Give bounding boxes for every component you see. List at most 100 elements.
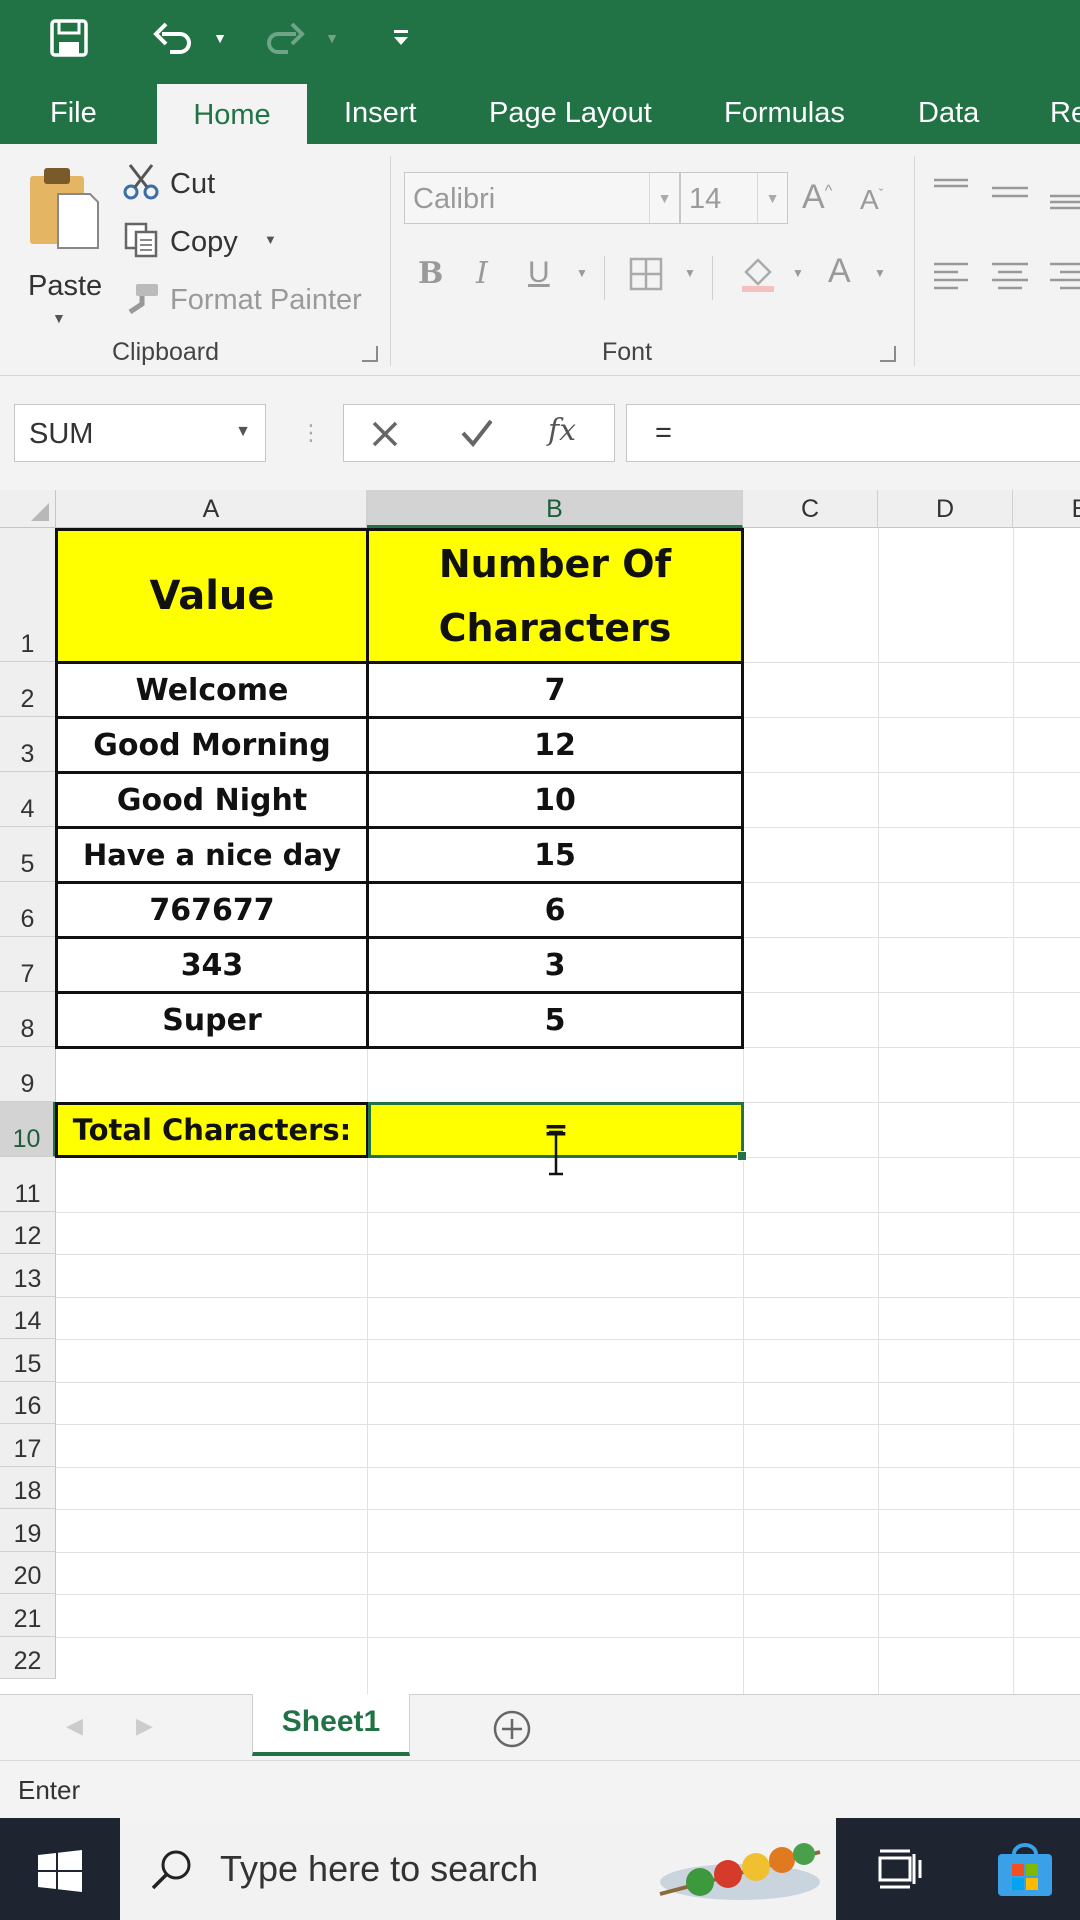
tab-formulas[interactable]: Formulas	[724, 82, 845, 144]
tab-review[interactable]: Re	[1050, 82, 1080, 144]
worksheet-grid[interactable]: A B C D E 1 2 3 4 5 6 7 8 9 10 11 12 13 …	[0, 490, 1080, 1694]
clipboard-group-label: Clipboard	[112, 338, 220, 366]
row-header[interactable]: 19	[0, 1509, 56, 1552]
undo-icon[interactable]	[150, 14, 196, 62]
paste-button[interactable]: Paste ▼	[26, 164, 106, 386]
row-header[interactable]: 3	[0, 717, 56, 772]
row-header[interactable]: 11	[0, 1157, 56, 1212]
row-header[interactable]: 22	[0, 1637, 56, 1679]
enter-icon[interactable]	[460, 417, 494, 449]
row-header[interactable]: 2	[0, 662, 56, 717]
gridline	[56, 1297, 1080, 1298]
row-header[interactable]: 1	[0, 528, 56, 662]
scroll-right-icon[interactable]: ▶	[136, 1713, 153, 1739]
font-color-icon[interactable]: A	[828, 252, 851, 291]
underline-icon[interactable]: U	[528, 256, 550, 290]
save-icon[interactable]	[44, 14, 94, 62]
cell-a5[interactable]: Have a nice day	[55, 826, 369, 884]
cell-a6[interactable]: 767677	[55, 881, 369, 939]
row-header[interactable]: 9	[0, 1047, 56, 1102]
tab-file[interactable]: File	[50, 82, 97, 144]
cut-button[interactable]: Cut	[122, 158, 232, 208]
store-icon[interactable]	[994, 1842, 1056, 1898]
borders-icon[interactable]	[628, 256, 664, 292]
column-header-c[interactable]: C	[743, 490, 878, 528]
row-header[interactable]: 15	[0, 1339, 56, 1382]
cancel-icon[interactable]	[370, 419, 400, 449]
cell-a8[interactable]: Super	[55, 991, 369, 1049]
font-color-dropdown-icon[interactable]: ▼	[874, 266, 886, 280]
cell-b8[interactable]: 5	[366, 991, 744, 1049]
borders-dropdown-icon[interactable]: ▼	[684, 266, 696, 280]
undo-dropdown-icon[interactable]: ▼	[208, 14, 232, 62]
sheet-tab-sheet1[interactable]: Sheet1	[252, 1694, 410, 1756]
cell-a10[interactable]: Total Characters:	[55, 1102, 369, 1158]
gridline	[1013, 528, 1014, 1694]
row-header[interactable]: 13	[0, 1254, 56, 1297]
bold-icon[interactable]: B	[418, 256, 443, 291]
fill-color-icon[interactable]	[738, 254, 778, 294]
formula-input[interactable]: =	[626, 404, 1080, 462]
copy-button[interactable]: Copy ▼	[122, 216, 292, 266]
windows-start-icon[interactable]	[38, 1850, 82, 1892]
row-header[interactable]: 12	[0, 1212, 56, 1254]
tab-data[interactable]: Data	[918, 82, 979, 144]
fill-handle[interactable]	[737, 1151, 747, 1161]
cell-b4[interactable]: 10	[366, 771, 744, 829]
row-header[interactable]: 18	[0, 1467, 56, 1509]
customize-qat-icon[interactable]	[386, 14, 416, 62]
paste-dropdown-icon[interactable]: ▼	[52, 310, 66, 326]
vertical-align-icons[interactable]	[930, 174, 1080, 214]
row-header[interactable]: 21	[0, 1594, 56, 1637]
cell-a1[interactable]: Value	[55, 528, 369, 664]
row-header[interactable]: 6	[0, 882, 56, 937]
column-header-d[interactable]: D	[878, 490, 1013, 528]
paste-icon	[30, 168, 99, 249]
format-painter-button[interactable]: Format Painter	[122, 274, 372, 324]
task-view-icon[interactable]	[878, 1848, 922, 1890]
tab-home[interactable]: Home	[157, 84, 307, 144]
row-header[interactable]: 4	[0, 772, 56, 827]
cell-b3[interactable]: 12	[366, 716, 744, 774]
row-header[interactable]: 20	[0, 1552, 56, 1594]
decrease-font-size-icon[interactable]: Aˇ	[860, 184, 883, 216]
cell-b6[interactable]: 6	[366, 881, 744, 939]
underline-dropdown-icon[interactable]: ▼	[576, 266, 588, 280]
cell-a3[interactable]: Good Morning	[55, 716, 369, 774]
horizontal-align-icons[interactable]	[930, 256, 1080, 296]
cell-b2[interactable]: 7	[366, 661, 744, 719]
tab-insert[interactable]: Insert	[344, 82, 417, 144]
cell-a7[interactable]: 343	[55, 936, 369, 994]
cell-b7[interactable]: 3	[366, 936, 744, 994]
select-all-corner[interactable]	[0, 490, 56, 528]
copy-dropdown-icon[interactable]: ▼	[264, 232, 277, 247]
column-header-b[interactable]: B	[367, 490, 743, 528]
italic-icon[interactable]: I	[476, 256, 488, 291]
taskbar-search-box[interactable]: Type here to search	[120, 1818, 836, 1920]
name-box[interactable]: SUM ▼	[14, 404, 266, 462]
fill-color-dropdown-icon[interactable]: ▼	[792, 266, 804, 280]
cell-a2[interactable]: Welcome	[55, 661, 369, 719]
scroll-left-icon[interactable]: ◀	[66, 1713, 83, 1739]
font-dialog-launcher[interactable]	[880, 346, 896, 362]
increase-font-size-icon[interactable]: A^	[802, 178, 832, 217]
row-header[interactable]: 10	[0, 1102, 56, 1157]
row-header[interactable]: 14	[0, 1297, 56, 1339]
drag-handle-icon[interactable]: ⋮	[300, 420, 322, 446]
column-header-a[interactable]: A	[56, 490, 367, 528]
clipboard-dialog-launcher[interactable]	[362, 346, 378, 362]
column-header-e[interactable]: E	[1013, 490, 1080, 528]
row-header[interactable]: 17	[0, 1424, 56, 1467]
cell-b1[interactable]: Number Of Characters	[366, 528, 744, 664]
row-header[interactable]: 8	[0, 992, 56, 1047]
cell-b5[interactable]: 15	[366, 826, 744, 884]
fx-icon[interactable]: fx	[548, 413, 576, 448]
row-header[interactable]: 16	[0, 1382, 56, 1424]
row-header[interactable]: 5	[0, 827, 56, 882]
row-header[interactable]: 7	[0, 937, 56, 992]
cell-a4[interactable]: Good Night	[55, 771, 369, 829]
font-name-combo[interactable]: Calibri ▼	[404, 172, 680, 224]
add-sheet-icon[interactable]	[492, 1709, 532, 1749]
font-size-combo[interactable]: 14 ▼	[680, 172, 788, 224]
tab-page-layout[interactable]: Page Layout	[489, 82, 652, 144]
